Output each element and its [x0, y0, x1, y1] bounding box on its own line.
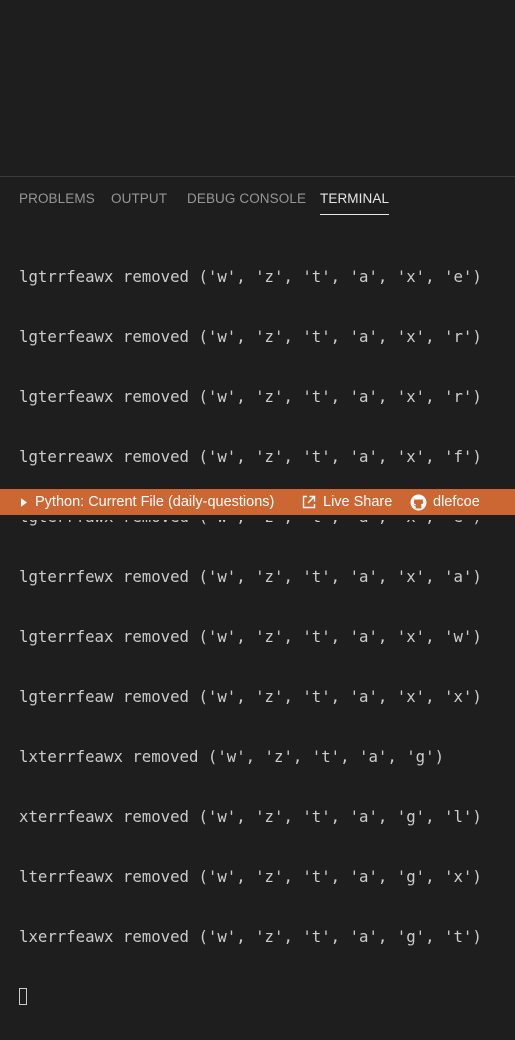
github-icon — [410, 494, 427, 510]
tab-problems[interactable]: PROBLEMS — [19, 191, 95, 206]
terminal-line: xterrfeawx removed ('w', 'z', 't', 'a', … — [19, 807, 482, 826]
terminal-line: lxerrfeawx removed ('w', 'z', 't', 'a', … — [19, 927, 482, 946]
tab-output[interactable]: OUTPUT — [111, 191, 167, 206]
account-status[interactable]: dlefcoe — [410, 489, 480, 515]
terminal-line: lgterrfewx removed ('w', 'z', 't', 'a', … — [19, 567, 482, 586]
editor-area — [0, 0, 515, 176]
live-share-button[interactable]: Live Share — [301, 489, 392, 515]
python-interpreter-label: Python: Current File (daily-questions) — [35, 494, 275, 510]
python-interpreter-status[interactable]: Python: Current File (daily-questions) — [19, 489, 274, 515]
terminal-line: lgtrrfeawx removed ('w', 'z', 't', 'a', … — [19, 267, 482, 286]
panel-tabs: PROBLEMS OUTPUT DEBUG CONSOLE TERMINAL — [0, 177, 515, 217]
share-icon — [302, 495, 316, 509]
terminal-line: lgterfeawx removed ('w', 'z', 't', 'a', … — [19, 327, 482, 346]
active-tab-indicator — [320, 214, 390, 215]
bottom-panel: PROBLEMS OUTPUT DEBUG CONSOLE TERMINAL l… — [0, 176, 515, 1005]
terminal-line: lterrfeawx removed ('w', 'z', 't', 'a', … — [19, 867, 482, 886]
terminal-line: lgterreawx removed ('w', 'z', 't', 'a', … — [19, 447, 482, 466]
terminal-line: lxterrfeawx removed ('w', 'z', 't', 'a',… — [19, 747, 445, 766]
terminal-line: lgterrfeax removed ('w', 'z', 't', 'a', … — [19, 627, 482, 646]
tab-terminal[interactable]: TERMINAL — [320, 191, 390, 215]
terminal-line: lgterfeawx removed ('w', 'z', 't', 'a', … — [19, 387, 482, 406]
terminal-prompt-line[interactable] — [19, 987, 509, 1007]
window-bottom-edge — [0, 515, 515, 520]
warning-icon — [21, 497, 27, 507]
terminal-line: lgterrfeaw removed ('w', 'z', 't', 'a', … — [19, 687, 482, 706]
live-share-label: Live Share — [323, 494, 393, 510]
tab-terminal-label: TERMINAL — [320, 191, 390, 206]
account-label: dlefcoe — [433, 494, 480, 510]
terminal-output[interactable]: lgtrrfeawx removed ('w', 'z', 't', 'a', … — [19, 227, 509, 1040]
status-bar: Python: Current File (daily-questions) L… — [0, 489, 515, 515]
tab-debug-console[interactable]: DEBUG CONSOLE — [187, 191, 306, 206]
terminal-cursor — [19, 988, 27, 1005]
